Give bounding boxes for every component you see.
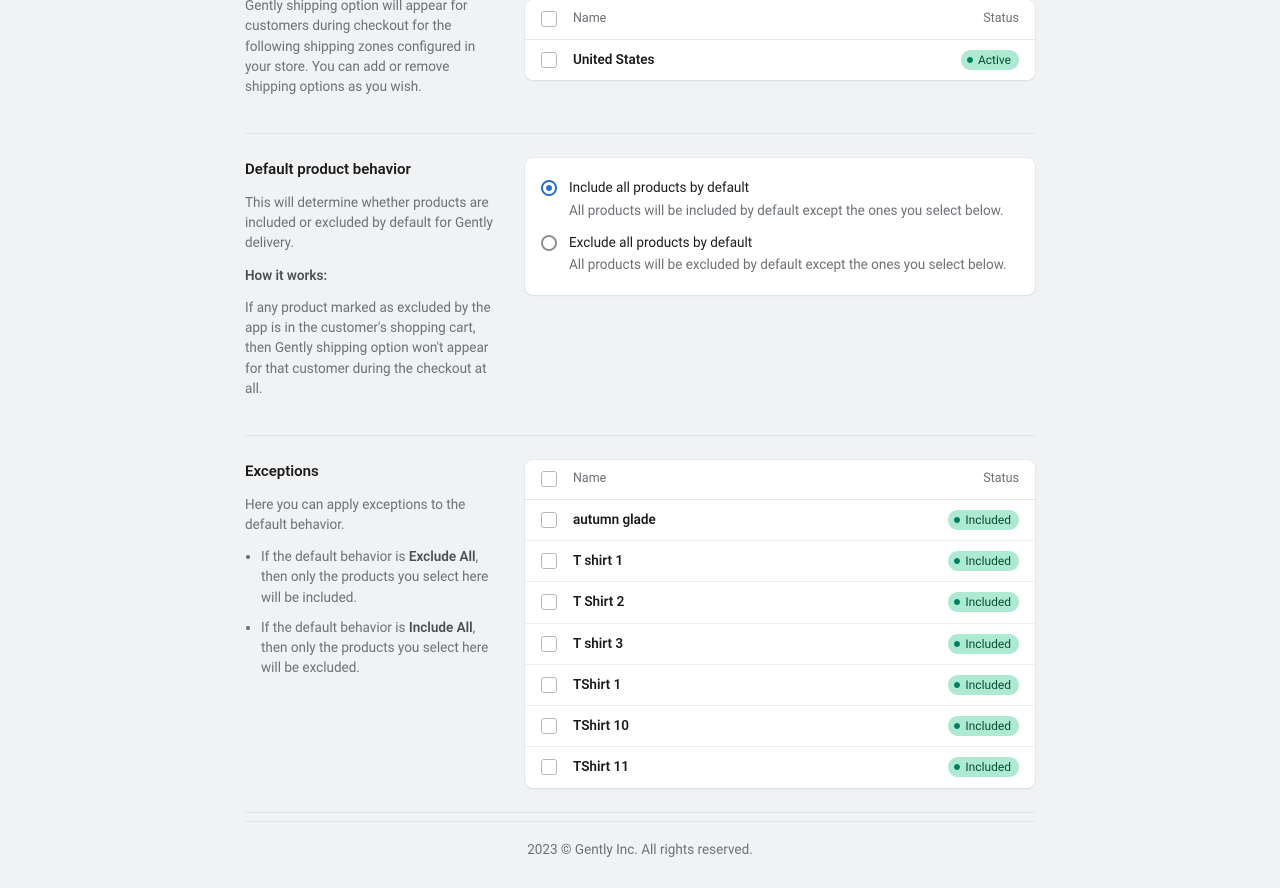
section-exceptions: Exceptions Here you can apply exceptions…	[245, 436, 1035, 813]
table-row[interactable]: T shirt 1 Included	[525, 541, 1035, 582]
exceptions-main: Name Status autumn gladeIncludedT shirt …	[525, 460, 1035, 788]
product-row-name: autumn glade	[573, 510, 948, 530]
behavior-card: Include all products by default All prod…	[525, 158, 1035, 295]
table-row[interactable]: T Shirt 2 Included	[525, 582, 1035, 623]
status-badge: Included	[948, 551, 1019, 571]
status-badge-text: Included	[965, 758, 1011, 776]
status-badge-text: Included	[965, 635, 1011, 653]
product-row-name: T shirt 1	[573, 551, 948, 571]
zones-table-header: Name Status	[525, 0, 1035, 40]
product-row-checkbox[interactable]	[541, 594, 557, 610]
exceptions-list: If the default behavior is Exclude All, …	[245, 547, 497, 679]
table-row[interactable]: TShirt 11 Included	[525, 747, 1035, 787]
status-dot-icon	[954, 641, 960, 647]
section-behavior: Default product behavior This will deter…	[245, 134, 1035, 436]
exceptions-description: Here you can apply exceptions to the def…	[245, 495, 497, 536]
status-badge-text: Included	[965, 593, 1011, 611]
status-badge-text: Active	[978, 51, 1011, 69]
status-badge: Included	[948, 757, 1019, 777]
status-dot-icon	[954, 558, 960, 564]
product-row-name: T Shirt 2	[573, 592, 948, 612]
exceptions-card: Name Status autumn gladeIncludedT shirt …	[525, 460, 1035, 788]
zones-col-status: Status	[983, 10, 1019, 29]
footer-text: 2023 © Gently Inc. All rights reserved.	[245, 821, 1035, 864]
exceptions-select-all-checkbox[interactable]	[541, 471, 557, 487]
exceptions-bullet-2: If the default behavior is Include All, …	[261, 618, 497, 679]
radio-exclude-all[interactable]: Exclude all products by default All prod…	[541, 227, 1019, 282]
zones-col-name: Name	[573, 10, 983, 29]
status-dot-icon	[954, 764, 960, 770]
product-row-name: TShirt 1	[573, 675, 948, 695]
status-badge: Included	[948, 510, 1019, 530]
zones-main: Name Status United States Active	[525, 0, 1035, 109]
exceptions-bullet-1: If the default behavior is Exclude All, …	[261, 547, 497, 608]
section-zones: Gently shipping option will appear for c…	[245, 0, 1035, 134]
exceptions-col-status: Status	[983, 470, 1019, 489]
product-row-checkbox[interactable]	[541, 759, 557, 775]
table-row[interactable]: TShirt 1 Included	[525, 665, 1035, 706]
radio-include-title: Include all products by default	[569, 178, 1004, 198]
status-dot-icon	[967, 57, 973, 63]
behavior-how-label: How it works:	[245, 266, 497, 286]
status-badge-text: Included	[965, 511, 1011, 529]
status-dot-icon	[954, 599, 960, 605]
radio-button-icon	[541, 235, 557, 251]
status-badge: Included	[948, 716, 1019, 736]
status-dot-icon	[954, 517, 960, 523]
zones-select-all-checkbox[interactable]	[541, 11, 557, 27]
product-row-checkbox[interactable]	[541, 677, 557, 693]
status-badge-text: Included	[965, 676, 1011, 694]
radio-button-icon	[541, 180, 557, 196]
zones-description: Gently shipping option will appear for c…	[245, 0, 497, 97]
table-row[interactable]: T shirt 3 Included	[525, 624, 1035, 665]
radio-include-desc: All products will be included by default…	[569, 201, 1004, 221]
exceptions-table-header: Name Status	[525, 460, 1035, 500]
table-row[interactable]: autumn glade Included	[525, 500, 1035, 541]
status-dot-icon	[954, 682, 960, 688]
product-row-name: TShirt 10	[573, 716, 948, 736]
status-badge: Included	[948, 592, 1019, 612]
product-row-checkbox[interactable]	[541, 718, 557, 734]
zone-row-name: United States	[573, 50, 961, 70]
behavior-description: This will determine whether products are…	[245, 193, 497, 254]
status-badge-text: Included	[965, 552, 1011, 570]
status-badge: Included	[948, 634, 1019, 654]
radio-exclude-title: Exclude all products by default	[569, 233, 1007, 253]
status-badge: Included	[948, 675, 1019, 695]
product-row-checkbox[interactable]	[541, 553, 557, 569]
table-row[interactable]: United States Active	[525, 40, 1035, 80]
zones-card: Name Status United States Active	[525, 0, 1035, 80]
behavior-aside: Default product behavior This will deter…	[245, 158, 497, 411]
radio-include-all[interactable]: Include all products by default All prod…	[541, 172, 1019, 227]
table-row[interactable]: TShirt 10Included	[525, 706, 1035, 747]
radio-exclude-desc: All products will be excluded by default…	[569, 255, 1007, 275]
product-row-checkbox[interactable]	[541, 512, 557, 528]
product-row-checkbox[interactable]	[541, 636, 557, 652]
behavior-main: Include all products by default All prod…	[525, 158, 1035, 411]
zone-row-checkbox[interactable]	[541, 52, 557, 68]
zones-aside: Gently shipping option will appear for c…	[245, 0, 497, 109]
behavior-how-text: If any product marked as excluded by the…	[245, 298, 497, 399]
product-row-name: T shirt 3	[573, 634, 948, 654]
exceptions-col-name: Name	[573, 470, 983, 489]
exceptions-title: Exceptions	[245, 460, 497, 483]
behavior-title: Default product behavior	[245, 158, 497, 181]
product-row-name: TShirt 11	[573, 757, 948, 777]
status-badge: Active	[961, 50, 1019, 70]
status-dot-icon	[954, 723, 960, 729]
exceptions-aside: Exceptions Here you can apply exceptions…	[245, 460, 497, 788]
